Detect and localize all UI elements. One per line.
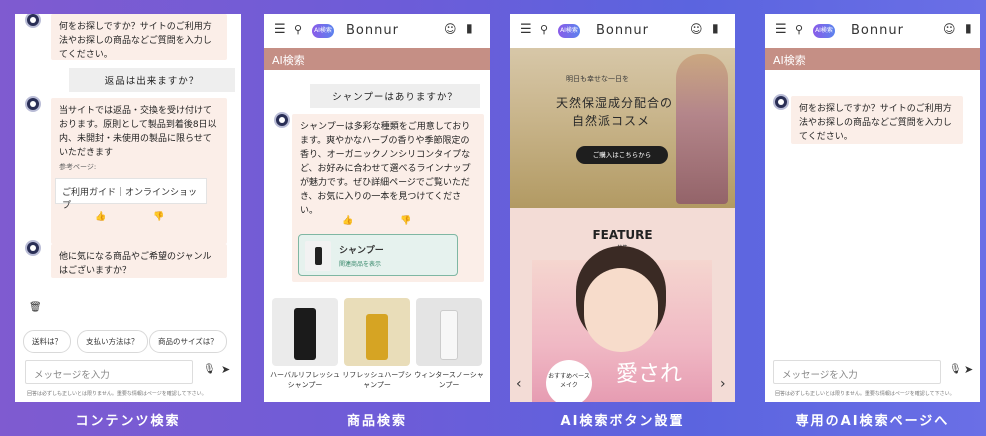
send-icon[interactable]: ➤ (221, 363, 230, 376)
panel-product-search: ☰ ⚲ AI検索 Bonnur ☺ ▮ AI検索 シャンプーはありますか？ シャ… (264, 14, 490, 402)
thumbs-up-icon[interactable]: 👍 (342, 216, 353, 226)
carousel-next-icon[interactable]: › (720, 376, 726, 392)
send-icon[interactable]: ➤ (964, 363, 973, 376)
user-icon[interactable]: ☺ (943, 22, 956, 36)
search-icon[interactable]: ⚲ (294, 23, 302, 36)
feature-promo-image[interactable]: 愛され おすすめベースメイク (532, 260, 712, 402)
hero-purchase-button[interactable]: ご購入はこちらから (576, 146, 668, 164)
ai-search-band: AI検索 (765, 48, 980, 70)
hero-title-line2: 自然派コスメ (572, 114, 651, 128)
carousel-prev-icon[interactable]: ‹ (516, 376, 522, 392)
suggestion-chip-payment[interactable]: 支払い方法は？ (77, 330, 148, 353)
user-message: 返品は出来ますか？ (69, 68, 235, 92)
promo-text: 愛され (616, 362, 683, 387)
user-icon[interactable]: ☺ (444, 22, 457, 36)
site-header: ☰ ⚲ AI検索 Bonnur ☺ ▮ (510, 14, 735, 48)
panel-ai-search-button: ☰ ⚲ AI検索 Bonnur ☺ ▮ 明日も幸せな一日を 天然保湿成分配合の … (510, 14, 735, 402)
search-icon[interactable]: ⚲ (795, 23, 803, 36)
hero-person (676, 54, 728, 204)
bot-message: 何をお探しですか？サイトのご利用方法やお探しの商品などご質問を入力してください。 (791, 96, 963, 144)
feature-section: FEATURE 特集 愛され おすすめベースメイク ‹ › (510, 208, 735, 402)
bot-avatar (25, 240, 41, 256)
promo-badge-text: おすすめベースメイク (548, 373, 590, 389)
feature-subtitle: 特集 (617, 245, 628, 251)
caption-content-search: コンテンツ検索 (75, 414, 181, 429)
product-card[interactable] (344, 298, 410, 366)
menu-icon[interactable]: ☰ (520, 22, 532, 37)
bottle-image (366, 314, 388, 360)
site-header: ☰ ⚲ AI検索 Bonnur ☺ ▮ (765, 14, 980, 48)
ai-search-button[interactable]: AI検索 (813, 24, 835, 38)
bottle-image (294, 308, 316, 360)
feature-title: FEATURE (592, 228, 653, 242)
bot-avatar (773, 94, 789, 110)
suggestion-chip-size[interactable]: 商品のサイズは？ (149, 330, 227, 353)
ai-search-button[interactable]: AI検索 (558, 24, 580, 38)
bot-message: 他に気になる商品やご希望のジャンルはございますか？ (51, 244, 227, 278)
user-message: シャンプーはありますか？ (310, 84, 480, 108)
thumbs-down-icon[interactable]: 👎 (153, 212, 164, 222)
caption-product-search: 商品検索 (346, 414, 407, 429)
bot-message-text: シャンプーは多彩な種類をご用意しております。爽やかなハーブの香りや季節限定の香り… (300, 122, 471, 216)
disclaimer: 回答は必ずしも正しいとは限りません。重要な情報はページを確認して下さい。 (27, 391, 207, 397)
product-name[interactable]: リフレッシュハーブシャンプー (341, 370, 413, 390)
thumbs-up-icon[interactable]: 👍 (95, 212, 106, 222)
product-thumb (305, 241, 331, 271)
brand-logo[interactable]: Bonnur (851, 23, 904, 38)
message-input[interactable]: メッセージを入力 (773, 360, 941, 384)
promo-badge: おすすめベースメイク (546, 360, 592, 402)
reference-label: 参考ページ: (59, 163, 97, 171)
site-header: ☰ ⚲ AI検索 Bonnur ☺ ▮ (264, 14, 490, 48)
hero-tagline: 明日も幸せな一日を (566, 75, 629, 83)
product-link-title: シャンプー (339, 246, 384, 256)
bottle-image (440, 310, 458, 360)
suggestion-chip-shipping[interactable]: 送料は？ (23, 330, 71, 353)
cart-icon[interactable]: ▮ (965, 21, 972, 35)
ai-search-button[interactable]: AI検索 (312, 24, 334, 38)
cart-icon[interactable]: ▮ (466, 21, 473, 35)
panel-content-search: 何をお探しですか？サイトのご利用方法やお探しの商品などご質問を入力してください。… (15, 14, 241, 402)
microphone-icon[interactable]: 🎙 (203, 364, 216, 375)
brand-logo[interactable]: Bonnur (346, 23, 399, 38)
bot-message: 何をお探しですか？サイトのご利用方法やお探しの商品などご質問を入力してください。 (51, 14, 227, 60)
product-name[interactable]: ウィンタースノーシャンプー (413, 370, 485, 390)
message-input[interactable]: メッセージを入力 (25, 360, 193, 384)
model-face (584, 268, 658, 352)
hero-title-line1: 天然保湿成分配合の (556, 96, 674, 110)
panel-ai-search-page: ☰ ⚲ AI検索 Bonnur ☺ ▮ AI検索 何をお探しですか？サイトのご利… (765, 14, 980, 402)
product-card[interactable] (272, 298, 338, 366)
bot-message-text: 当サイトでは返品・交換を受け付けております。原則として製品到着後8日以内、未開封… (59, 106, 217, 158)
menu-icon[interactable]: ☰ (775, 22, 787, 37)
hero-banner: 明日も幸せな一日を 天然保湿成分配合の 自然派コスメ ご購入はこちらから (510, 48, 735, 208)
thumbs-down-icon[interactable]: 👎 (400, 216, 411, 226)
ai-search-band: AI検索 (264, 48, 490, 70)
disclaimer: 回答は必ずしも正しいとは限りません。重要な情報はページを確認して下さい。 (775, 391, 955, 397)
cart-icon[interactable]: ▮ (712, 21, 719, 35)
bot-avatar (25, 96, 41, 112)
search-icon[interactable]: ⚲ (540, 23, 548, 36)
microphone-icon[interactable]: 🎙 (949, 364, 962, 375)
brand-logo[interactable]: Bonnur (596, 23, 649, 38)
user-icon[interactable]: ☺ (690, 22, 703, 36)
bot-avatar (25, 14, 41, 28)
caption-ai-search-button: AI検索ボタン設置 (560, 414, 685, 429)
bot-avatar (274, 112, 290, 128)
caption-ai-search-page: 専用のAI検索ページへ (795, 414, 950, 429)
product-card[interactable] (416, 298, 482, 366)
product-link-subtitle: 関連商品を表示 (339, 261, 382, 268)
menu-icon[interactable]: ☰ (274, 22, 286, 37)
reference-link[interactable]: ご利用ガイド｜オンラインショップ (55, 178, 207, 211)
product-link-card[interactable]: シャンプー 関連商品を表示 (298, 234, 458, 276)
product-name[interactable]: ハーバルリフレッシュシャンプー (269, 370, 341, 390)
trash-icon[interactable]: 🗑 (29, 302, 42, 313)
